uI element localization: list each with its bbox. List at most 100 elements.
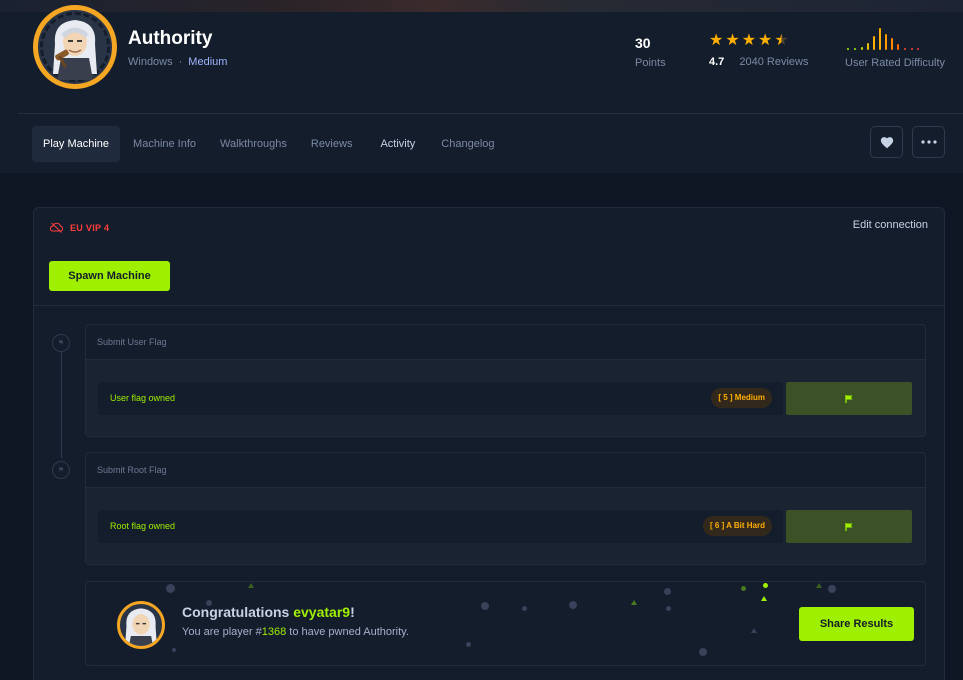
- congrats-username[interactable]: evyatar9: [293, 604, 350, 620]
- machine-os: Windows: [128, 56, 173, 68]
- player-number: 1368: [261, 626, 287, 638]
- difficulty-bar: [904, 48, 906, 50]
- flag-difficulty-badge: [ 6 ] A Bit Hard: [703, 516, 772, 536]
- difficulty-bar: [917, 48, 919, 50]
- machine-subline: Windows · Medium: [128, 56, 227, 68]
- root-flag-card: Submit Root Flag Root flag owned [ 6 ] A…: [85, 452, 926, 565]
- confetti-triangle: [751, 628, 757, 633]
- user-flag-input: User flag owned [ 5 ] Medium: [98, 382, 783, 415]
- flag-status: Root flag owned: [110, 521, 176, 531]
- difficulty-bar: [891, 38, 893, 50]
- rating-score: 4.7: [709, 56, 725, 68]
- confetti-dot: [172, 648, 176, 652]
- congrats-subtitle: You are player #1368 to have pwned Autho…: [182, 626, 409, 638]
- confetti-dot: [828, 585, 836, 593]
- machine-avatar: [33, 5, 117, 89]
- confetti-dot: [666, 606, 671, 611]
- judge-avatar-icon: [53, 20, 97, 80]
- server-status: EU VIP 4: [50, 222, 109, 233]
- difficulty-bar: [897, 44, 899, 50]
- user-flag-card: Submit User Flag User flag owned [ 5 ] M…: [85, 324, 926, 437]
- connection-section: EU VIP 4 Edit connection Spawn Machine: [34, 208, 944, 306]
- difficulty-bar: [861, 47, 863, 50]
- favorite-button[interactable]: [870, 126, 903, 158]
- review-count: 2040 Reviews: [739, 56, 809, 68]
- play-machine-card: EU VIP 4 Edit connection Spawn Machine ⚑…: [33, 207, 945, 680]
- star-icon: ★: [725, 32, 740, 49]
- confetti-triangle: [248, 583, 254, 588]
- cloud-off-icon: [50, 222, 63, 233]
- tab-play-machine[interactable]: Play Machine: [32, 126, 121, 162]
- machine-tabs: Play Machine Machine Info Walkthroughs R…: [32, 126, 508, 162]
- flag-heading: Submit Root Flag: [86, 453, 925, 488]
- share-results-button[interactable]: Share Results: [799, 607, 914, 641]
- machine-difficulty[interactable]: Medium: [188, 56, 227, 68]
- separator-dot: ·: [178, 56, 183, 68]
- more-dots-icon: [920, 140, 937, 144]
- server-name: EU VIP 4: [70, 222, 110, 233]
- flag-timeline: [61, 351, 62, 458]
- points-stat: 30 Points: [635, 35, 666, 69]
- header-divider: [18, 113, 963, 114]
- root-flag-input: Root flag owned [ 6 ] A Bit Hard: [98, 510, 783, 543]
- heart-icon: [880, 136, 893, 148]
- flag-heading: Submit User Flag: [86, 325, 925, 360]
- star-half-icon: ★: [774, 32, 789, 49]
- tab-reviews[interactable]: Reviews: [300, 126, 364, 162]
- difficulty-bar: [854, 48, 856, 50]
- submit-root-flag-button[interactable]: [786, 510, 912, 543]
- tab-machine-info[interactable]: Machine Info: [122, 126, 207, 162]
- points-label: Points: [635, 57, 666, 69]
- more-options-button[interactable]: [912, 126, 945, 158]
- confetti-dot: [481, 602, 489, 610]
- congrats-exclaim: !: [350, 604, 355, 620]
- confetti-triangle: [631, 600, 637, 605]
- points-value: 30: [635, 35, 651, 51]
- timeline-flag-icon: ⚑: [52, 334, 70, 352]
- difficulty-bar: [885, 34, 887, 50]
- machine-header: Authority Windows · Medium 30 Points ★ ★ ★…: [0, 0, 963, 114]
- confetti-triangle: [761, 596, 767, 601]
- congratulations-banner: Congratulations evyatar9! You are player…: [85, 581, 926, 666]
- confetti-dot: [664, 588, 671, 595]
- star-icon: ★: [758, 32, 773, 49]
- confetti-dot: [522, 606, 527, 611]
- confetti-dot: [699, 648, 707, 656]
- judge-avatar-icon: [125, 608, 157, 646]
- edit-connection-link[interactable]: Edit connection: [853, 219, 928, 231]
- confetti-dot: [466, 642, 471, 647]
- timeline-flag-icon: ⚑: [52, 461, 70, 479]
- difficulty-chart: [845, 24, 949, 50]
- rating-stat[interactable]: ★ ★ ★ ★ ★ 4.7 2040 Reviews: [709, 33, 809, 69]
- difficulty-bar: [873, 36, 875, 50]
- confetti-dot: [763, 583, 768, 588]
- rating-stars: ★ ★ ★ ★ ★: [709, 33, 808, 49]
- star-icon: ★: [709, 32, 724, 49]
- flag-status: User flag owned: [110, 393, 176, 403]
- user-difficulty[interactable]: User Rated Difficulty: [845, 24, 949, 69]
- confetti-dot: [166, 584, 175, 593]
- difficulty-label: User Rated Difficulty: [845, 57, 946, 69]
- confetti-dot: [569, 601, 577, 609]
- tab-walkthroughs[interactable]: Walkthroughs: [209, 126, 298, 162]
- flag-icon: [845, 394, 853, 403]
- flag-icon: [845, 522, 853, 531]
- submit-user-flag-button[interactable]: [786, 382, 912, 415]
- difficulty-bar: [911, 48, 913, 50]
- tab-changelog[interactable]: Changelog: [430, 126, 505, 162]
- spawn-machine-button[interactable]: Spawn Machine: [49, 261, 170, 291]
- flag-difficulty-badge: [ 5 ] Medium: [711, 388, 772, 408]
- congrats-prefix: Congratulations: [182, 604, 290, 620]
- congrats-line-b: to have pwned Authority.: [289, 626, 409, 638]
- difficulty-bar: [879, 28, 881, 50]
- difficulty-bar: [867, 43, 869, 50]
- difficulty-bar: [847, 48, 849, 50]
- machine-title: Authority: [128, 28, 213, 49]
- user-avatar: [117, 601, 165, 649]
- congrats-title: Congratulations evyatar9!: [182, 604, 355, 620]
- star-icon: ★: [741, 32, 757, 49]
- tab-activity[interactable]: Activity: [369, 126, 426, 162]
- confetti-dot: [741, 586, 746, 591]
- confetti-triangle: [816, 583, 822, 588]
- congrats-line-a: You are player #: [182, 626, 262, 638]
